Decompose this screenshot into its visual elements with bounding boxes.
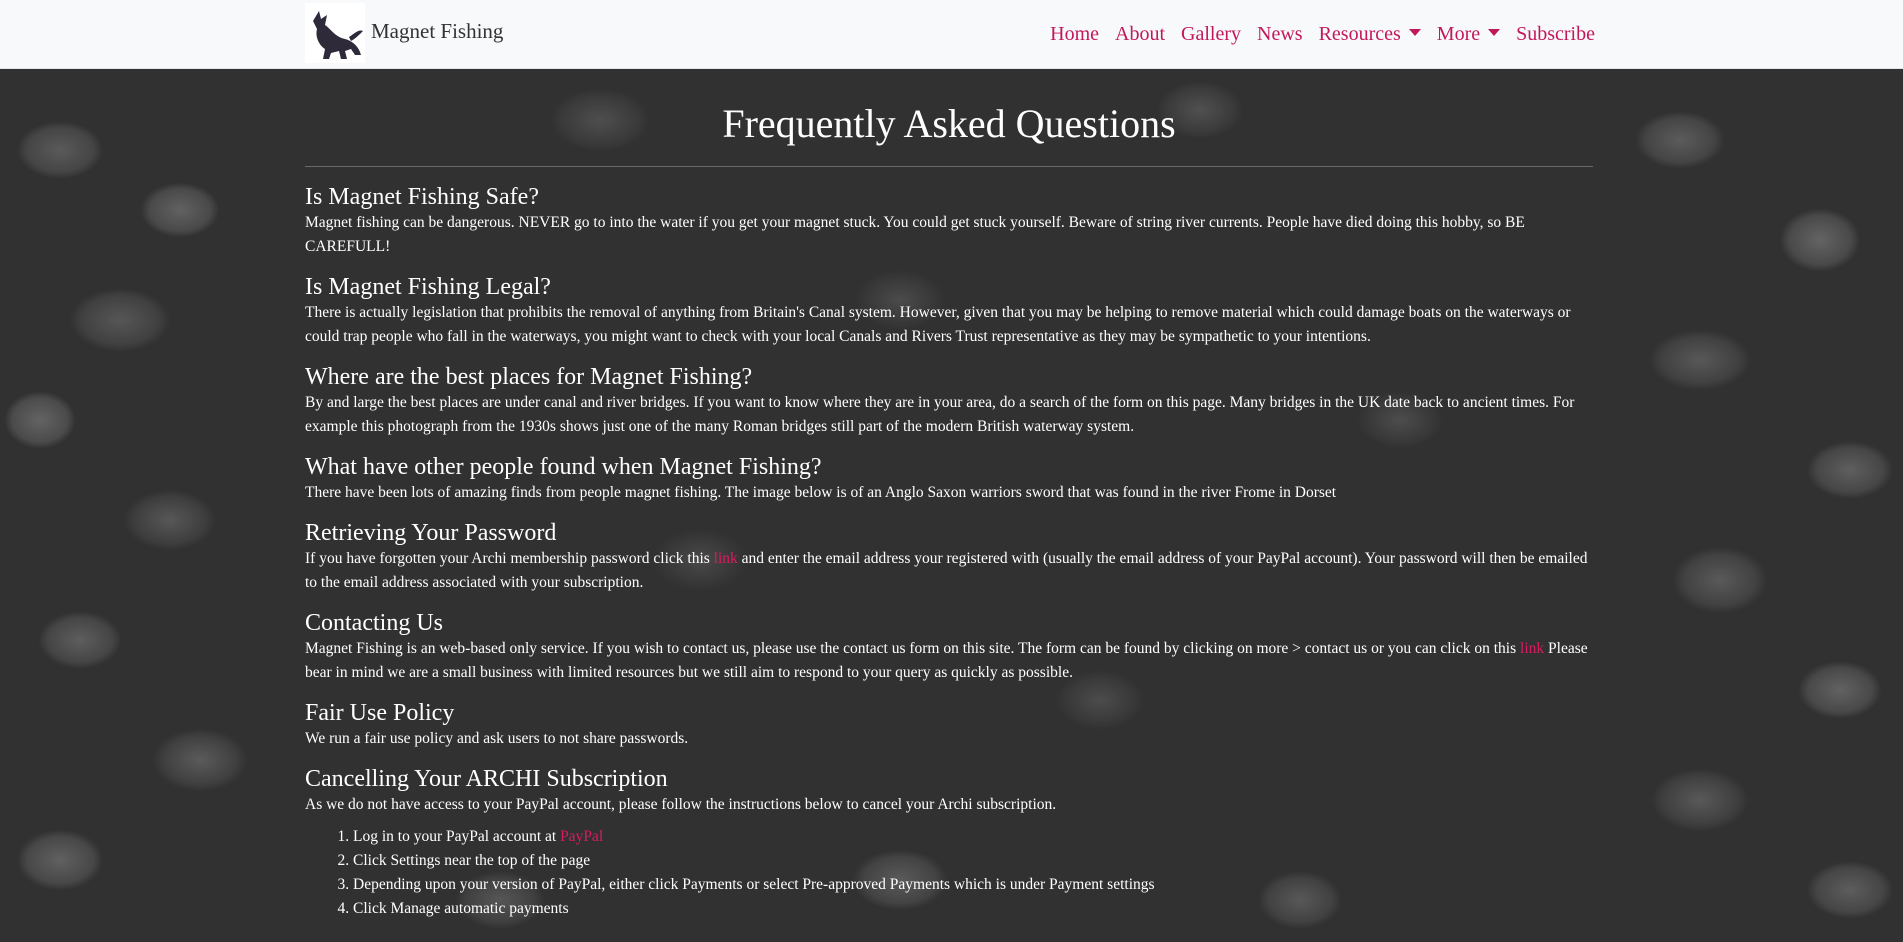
faq-safe: Is Magnet Fishing Safe? Magnet fishing c…	[305, 183, 1593, 259]
brand[interactable]: Magnet Fishing	[305, 2, 503, 64]
caret-down-icon	[1488, 28, 1501, 36]
list-item: Click Settings near the top of the page	[353, 849, 1593, 873]
faq-answer: As we do not have access to your PayPal …	[305, 796, 1057, 813]
nav-item-home[interactable]: Home	[1050, 23, 1099, 46]
top-navbar: Magnet Fishing Home About Gallery News R…	[0, 0, 1903, 69]
faq-answer: We run a fair use policy and ask users t…	[305, 730, 689, 747]
brand-name[interactable]: Magnet Fishing	[371, 19, 503, 44]
nav-item-about[interactable]: About	[1115, 23, 1165, 46]
contact-form-link[interactable]: link	[1520, 640, 1544, 657]
faq-cancel: Cancelling Your ARCHI Subscription As we…	[305, 765, 1593, 921]
faq-fair-use: Fair Use Policy We run a fair use policy…	[305, 699, 1593, 751]
step-text: Log in to your PayPal account at	[353, 828, 561, 845]
faq-question: Fair Use Policy	[305, 700, 455, 726]
paypal-link[interactable]: PayPal	[560, 828, 603, 845]
caret-down-icon	[1408, 28, 1421, 36]
faq-answer: There is actually legislation that prohi…	[305, 304, 1571, 345]
page-title: Frequently Asked Questions	[722, 101, 1176, 146]
title-divider	[305, 166, 1593, 167]
list-item: Click Manage automatic payments	[353, 897, 1593, 921]
nav-item-label: More	[1436, 22, 1481, 45]
cancel-steps-list: Log in to your PayPal account at PayPal …	[305, 825, 1593, 921]
faq-question: Cancelling Your ARCHI Subscription	[305, 766, 668, 792]
answer-text: If you have forgotten your Archi members…	[305, 550, 714, 567]
faq-password: Retrieving Your Password If you have for…	[305, 519, 1593, 595]
step-text: Click Settings near the top of the page	[353, 852, 591, 869]
faq-answer: Magnet Fishing is an web-based only serv…	[305, 637, 1593, 685]
nav-item-label: Resources	[1318, 22, 1401, 45]
nav-item-label: About	[1115, 22, 1166, 45]
password-reset-link[interactable]: link	[714, 550, 738, 567]
faq-found: What have other people found when Magnet…	[305, 453, 1593, 505]
answer-text: Magnet Fishing is an web-based only serv…	[305, 640, 1521, 657]
faq-question: Is Magnet Fishing Safe?	[305, 184, 539, 210]
faq-content: Frequently Asked Questions Is Magnet Fis…	[305, 68, 1593, 921]
step-text: Depending upon your version of PayPal, e…	[353, 876, 1155, 893]
faq-question: What have other people found when Magnet…	[305, 454, 822, 480]
faq-contact: Contacting Us Magnet Fishing is an web-b…	[305, 609, 1593, 685]
faq-question: Is Magnet Fishing Legal?	[305, 274, 551, 300]
faq-answer: There have been lots of amazing finds fr…	[305, 484, 1337, 501]
nav-item-more[interactable]: More	[1436, 22, 1501, 46]
faq-legal: Is Magnet Fishing Legal? There is actual…	[305, 273, 1593, 349]
nav-item-label: Home	[1050, 22, 1100, 45]
faq-answer: By and large the best places are under c…	[305, 394, 1575, 435]
nav-item-gallery[interactable]: Gallery	[1181, 23, 1241, 46]
faq-question: Contacting Us	[305, 610, 443, 636]
nav-item-label: Gallery	[1181, 22, 1242, 45]
nav-item-resources[interactable]: Resources	[1319, 23, 1421, 46]
step-text: Click Manage automatic payments	[353, 900, 569, 917]
faq-question: Where are the best places for Magnet Fis…	[305, 364, 753, 390]
list-item: Log in to your PayPal account at PayPal	[353, 825, 1593, 849]
nav-menu: Home About Gallery News Resources More S…	[1034, 0, 1595, 68]
faq-answer: If you have forgotten your Archi members…	[305, 547, 1593, 595]
dog-logo-icon[interactable]	[305, 3, 365, 63]
nav-item-label: News	[1257, 22, 1303, 45]
faq-answer: Magnet fishing can be dangerous. NEVER g…	[305, 214, 1525, 255]
nav-item-label: Subscribe	[1516, 22, 1595, 45]
nav-item-subscribe[interactable]: Subscribe	[1516, 23, 1595, 46]
nav-item-news[interactable]: News	[1257, 23, 1303, 46]
faq-places: Where are the best places for Magnet Fis…	[305, 363, 1593, 439]
list-item: Depending upon your version of PayPal, e…	[353, 873, 1593, 897]
faq-question: Retrieving Your Password	[305, 520, 557, 546]
